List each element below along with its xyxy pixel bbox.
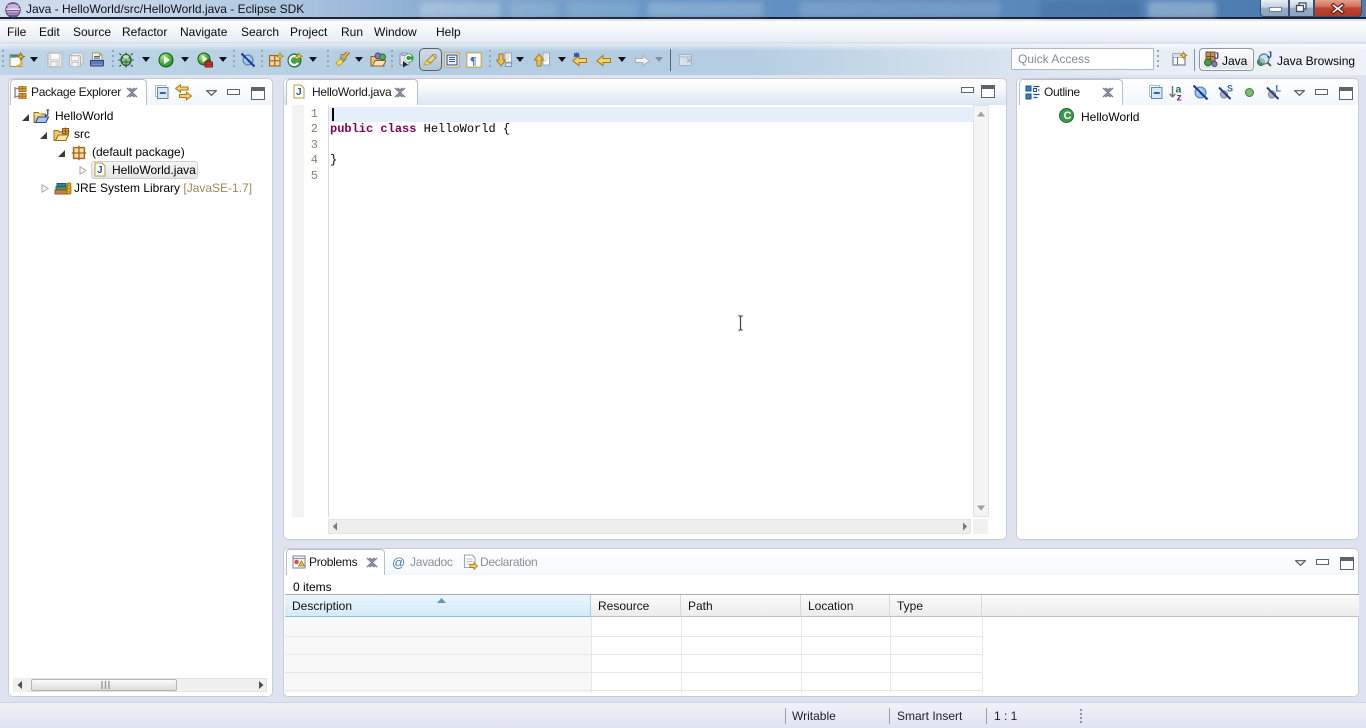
svg-text:L: L	[1276, 84, 1282, 94]
svg-text:J: J	[1267, 51, 1272, 60]
svg-text:J: J	[296, 87, 302, 98]
svg-text:J: J	[1214, 51, 1219, 61]
svg-text:J: J	[97, 165, 103, 176]
svg-text:z: z	[1177, 92, 1182, 102]
svg-text:S: S	[1227, 84, 1233, 94]
svg-text:¶: ¶	[470, 54, 476, 68]
